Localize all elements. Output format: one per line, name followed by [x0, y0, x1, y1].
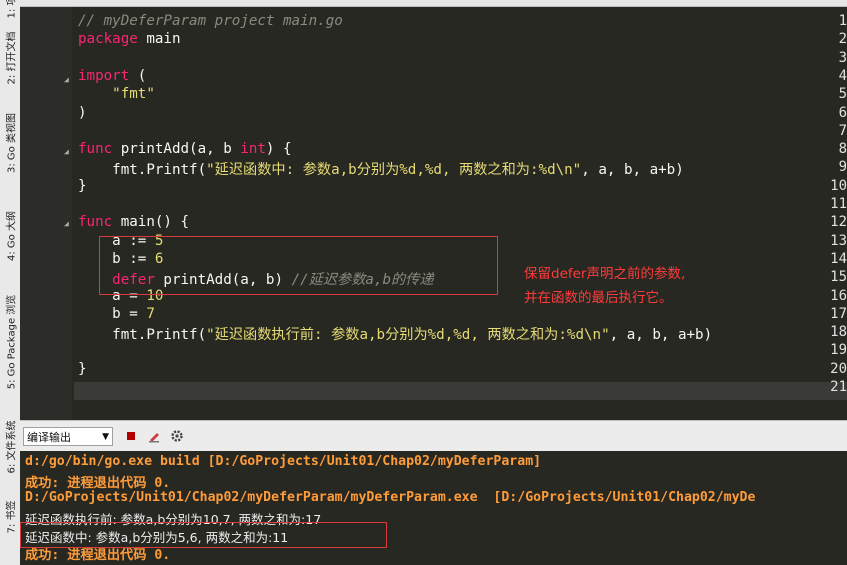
fold-marker-icon[interactable]: ◢ [64, 219, 69, 228]
output-toolbar: 编译输出 ▼ [20, 420, 847, 451]
output-type-select[interactable]: 编译输出 ▼ [23, 427, 113, 446]
output-line: d:/go/bin/go.exe build [D:/GoProjects/Un… [25, 454, 542, 469]
tab-open-documents[interactable]: 2: 打开文档 [3, 32, 18, 85]
code-editor[interactable]: 1 // myDeferParam project main.go 2 package… [20, 7, 847, 420]
code-line[interactable]: fmt.Printf("延迟函数执行前: 参数a,b分别为%d,%d, 两数之和… [78, 324, 712, 344]
code-line[interactable]: import ( [78, 68, 146, 84]
build-output-panel[interactable]: d:/go/bin/go.exe build [D:/GoProjects/Un… [20, 451, 847, 565]
output-type-label: 编译输出 [27, 431, 71, 444]
code-line[interactable]: ) [78, 105, 87, 121]
line-number: 15 [830, 269, 847, 286]
fold-marker-icon[interactable]: ◢ [64, 75, 69, 84]
line-number: 3 [838, 49, 847, 66]
line-number: 21 [830, 379, 847, 395]
output-line: D:/GoProjects/Unit01/Chap02/myDeferParam… [25, 490, 756, 505]
tab-project[interactable]: 1: 项目 [3, 0, 18, 18]
fold-marker-icon[interactable]: ◢ [64, 147, 69, 156]
code-line[interactable]: } [78, 178, 87, 194]
tab-bookmarks[interactable]: 7: 书签 [3, 501, 18, 534]
settings-icon[interactable] [170, 429, 184, 443]
code-line[interactable]: fmt.Printf("延迟函数中: 参数a,b分别为%d,%d, 两数之和为:… [78, 159, 684, 179]
clear-icon[interactable] [147, 429, 161, 443]
line-number: 12 [830, 214, 847, 231]
highlight-box-output [20, 522, 387, 548]
line-number-gutter [20, 7, 72, 420]
line-number: 16 [830, 287, 847, 304]
code-line[interactable]: "fmt" [78, 86, 155, 102]
chevron-down-icon: ▼ [102, 432, 109, 442]
line-number: 5 [838, 86, 847, 103]
line-number: 1 [838, 13, 847, 29]
code-line[interactable]: func main() { [78, 214, 189, 230]
tab-go-class-view[interactable]: 3: Go 类视图 [3, 113, 18, 173]
output-line: 成功: 进程退出代码 0. [25, 476, 171, 491]
code-line[interactable]: func printAdd(a, b int) { [78, 141, 292, 157]
tool-window-sidebar: 1: 项目 2: 打开文档 3: Go 类视图 4: Go 大纲 5: Go P… [0, 0, 21, 565]
annotation-line-2: 并在函数的最后执行它。 [524, 290, 673, 306]
tab-go-outline[interactable]: 4: Go 大纲 [3, 211, 18, 261]
line-number: 6 [838, 104, 847, 121]
code-line[interactable]: // myDeferParam project main.go [78, 13, 343, 29]
line-number: 18 [830, 324, 847, 341]
current-line-highlight [74, 382, 847, 400]
line-number: 2 [838, 31, 847, 48]
line-number: 10 [830, 177, 847, 194]
highlight-box-defer [99, 236, 498, 295]
code-line[interactable]: b = 7 [78, 306, 155, 322]
annotation-line-1: 保留defer声明之前的参数, [524, 266, 686, 282]
code-line[interactable]: } [78, 361, 87, 377]
line-number: 13 [830, 232, 847, 249]
line-number: 4 [838, 67, 847, 84]
line-number: 14 [830, 250, 847, 267]
code-line[interactable]: package main [78, 31, 181, 47]
line-number: 9 [838, 159, 847, 176]
tab-go-package-browser[interactable]: 5: Go Package 浏览 [3, 295, 18, 390]
line-number: 19 [830, 342, 847, 359]
line-number: 11 [830, 196, 847, 212]
line-number: 8 [838, 141, 847, 158]
line-number: 20 [830, 360, 847, 377]
stop-icon[interactable] [124, 429, 138, 443]
toolbar [20, 0, 847, 7]
tab-file-system[interactable]: 6: 文件系统 [3, 421, 18, 474]
line-number: 17 [830, 305, 847, 322]
line-number: 7 [838, 122, 847, 139]
